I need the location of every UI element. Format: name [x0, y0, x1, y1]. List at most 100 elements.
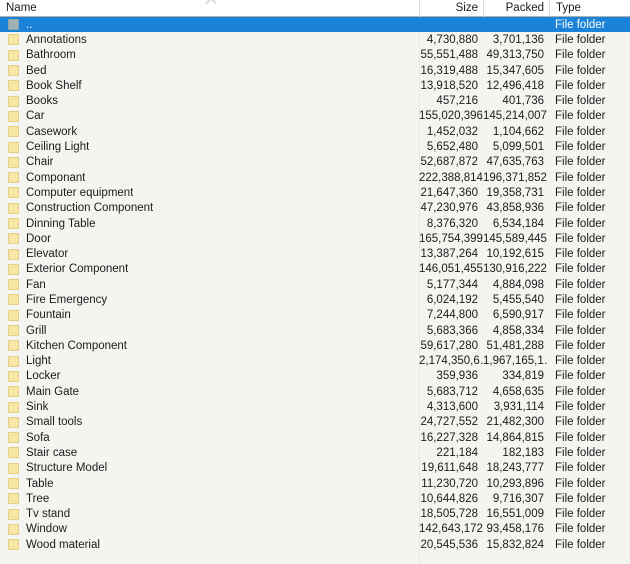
cell-packed: 10,293,896: [486, 477, 544, 490]
file-name-label: Dinning Table: [26, 217, 96, 230]
cell-size: 21,647,360: [420, 186, 478, 199]
cell-name: Locker: [0, 370, 419, 382]
table-row[interactable]: Light 2,174,350,6…1,967,165,1… File folder: [0, 354, 630, 369]
table-row[interactable]: Table 11,230,720 10,293,896 File folder: [0, 476, 630, 491]
cell-name: Sink: [0, 401, 419, 413]
table-row[interactable]: Elevator 13,387,264 10,192,615 File folder: [0, 246, 630, 261]
table-row[interactable]: Grill 5,683,366 4,858,334 File folder: [0, 323, 630, 338]
cell-name: Annotations: [0, 34, 419, 46]
table-row[interactable]: Fire Emergency 6,024,192 5,455,540 File fol…: [0, 292, 630, 307]
file-list-body[interactable]: .. File folder Annotations 4,730,880 3,701,1…: [0, 17, 630, 564]
folder-icon: [8, 523, 19, 535]
table-row[interactable]: Annotations 4,730,880 3,701,136 File folder: [0, 32, 630, 47]
table-row[interactable]: Exterior Component 146,051,455 130,916,222…: [0, 262, 630, 277]
cell-size: 146,051,455: [419, 263, 483, 276]
file-name-label: Bed: [26, 64, 47, 77]
folder-icon: [8, 263, 19, 275]
cell-name: Chair: [0, 156, 419, 168]
table-row[interactable]: Sink 4,313,600 3,931,114 File folder: [0, 399, 630, 414]
column-header-size[interactable]: Size: [419, 0, 483, 17]
cell-type: File folder: [555, 324, 606, 337]
file-name-label: Computer equipment: [26, 186, 134, 199]
cell-type: File folder: [555, 263, 606, 276]
file-name-label: Wood material: [26, 538, 100, 551]
column-header-size-label: Size: [455, 1, 478, 14]
cell-size: 13,387,264: [420, 248, 478, 261]
table-row[interactable]: Bed 16,319,488 15,347,605 File folder: [0, 63, 630, 78]
folder-icon: [8, 401, 19, 413]
table-row[interactable]: Computer equipment 21,647,360 19,358,731 Fi…: [0, 185, 630, 200]
table-row[interactable]: Bathroom 55,551,488 49,313,750 File folder: [0, 48, 630, 63]
cell-name: Window: [0, 523, 419, 535]
table-row[interactable]: Books 457,216 401,736 File folder: [0, 93, 630, 108]
cell-packed: 401,736: [502, 95, 544, 108]
cell-type: File folder: [555, 339, 606, 352]
cell-name: Tv stand: [0, 508, 419, 520]
cell-type: File folder: [555, 141, 606, 154]
cell-packed: 19,358,731: [486, 186, 544, 199]
cell-type: File folder: [555, 232, 606, 245]
folder-icon: [8, 19, 19, 31]
cell-size: 4,730,880: [426, 33, 478, 46]
cell-name: Fan: [0, 279, 419, 291]
file-name-label: Chair: [26, 156, 54, 169]
table-row[interactable]: Chair 52,687,872 47,635,763 File folder: [0, 155, 630, 170]
cell-name: Car: [0, 110, 419, 122]
cell-size: 4,313,600: [426, 401, 478, 414]
table-row[interactable]: Dinning Table 8,376,320 6,534,184 File fold…: [0, 216, 630, 231]
cell-packed: 47,635,763: [486, 156, 544, 169]
folder-icon: [8, 370, 19, 382]
cell-packed: 182,183: [502, 446, 544, 459]
table-row[interactable]: .. File folder: [0, 17, 630, 33]
table-row[interactable]: Locker 359,936 334,819 File folder: [0, 369, 630, 384]
cell-name: Componant: [0, 172, 419, 184]
table-row[interactable]: Componant 222,388,814 196,371,852 File fold…: [0, 170, 630, 185]
table-row[interactable]: Door 165,754,399 145,589,445 File folder: [0, 231, 630, 246]
folder-icon: [8, 80, 19, 92]
table-row[interactable]: Car 155,020,396 145,214,007 File folder: [0, 109, 630, 124]
table-row[interactable]: Fan 5,177,344 4,884,098 File folder: [0, 277, 630, 292]
cell-size: 5,683,366: [426, 324, 478, 337]
table-row[interactable]: Ceiling Light 5,652,480 5,099,501 File fold…: [0, 139, 630, 154]
cell-packed: 43,858,936: [486, 202, 544, 215]
table-row[interactable]: Stair case 221,184 182,183 File folder: [0, 445, 630, 460]
table-row[interactable]: Window 142,643,172 93,458,176 File folder: [0, 522, 630, 537]
cell-size: 2,174,350,6…: [419, 355, 483, 368]
cell-size: 7,244,800: [426, 309, 478, 322]
table-row[interactable]: Tree 10,644,826 9,716,307 File folder: [0, 491, 630, 506]
cell-type: File folder: [555, 508, 606, 521]
cell-packed: 334,819: [502, 370, 544, 383]
table-row[interactable]: Casework 1,452,032 1,104,662 File folder: [0, 124, 630, 139]
cell-size: 20,545,536: [420, 538, 478, 551]
cell-name: Casework: [0, 126, 419, 138]
table-row[interactable]: Small tools 24,727,552 21,482,300 File fold…: [0, 415, 630, 430]
cell-size: 221,184: [436, 446, 478, 459]
cell-size: 59,617,280: [420, 339, 478, 352]
cell-name: Sofa: [0, 432, 419, 444]
table-row[interactable]: Kitchen Component 59,617,280 51,481,288 Fil…: [0, 338, 630, 353]
table-row[interactable]: Structure Model 19,611,648 18,243,777 File …: [0, 461, 630, 476]
column-header-name[interactable]: Name: [0, 0, 419, 17]
table-row[interactable]: Main Gate 5,683,712 4,658,635 File folder: [0, 384, 630, 399]
table-row[interactable]: Fountain 7,244,800 6,590,917 File folder: [0, 308, 630, 323]
cell-name: Main Gate: [0, 386, 419, 398]
cell-name: Book Shelf: [0, 80, 419, 92]
folder-icon: [8, 49, 19, 61]
table-row[interactable]: Tv stand 18,505,728 16,551,009 File folder: [0, 507, 630, 522]
table-row[interactable]: Construction Component 47,230,976 43,858,9…: [0, 201, 630, 216]
cell-name: Computer equipment: [0, 187, 419, 199]
cell-packed: 14,864,815: [486, 431, 544, 444]
cell-packed: 3,701,136: [492, 33, 544, 46]
column-header-packed[interactable]: Packed: [483, 0, 549, 17]
file-name-label: Elevator: [26, 248, 69, 261]
cell-name: Tree: [0, 493, 419, 505]
cell-type: File folder: [555, 431, 606, 444]
table-row[interactable]: Book Shelf 13,918,520 12,496,418 File folde…: [0, 78, 630, 93]
cell-type: File folder: [555, 156, 606, 169]
column-header-type[interactable]: Type: [549, 0, 630, 17]
table-row[interactable]: Wood material 20,545,536 15,832,824 File fo…: [0, 537, 630, 552]
cell-type: File folder: [555, 538, 606, 551]
cell-type: File folder: [555, 278, 606, 291]
cell-packed: 5,455,540: [492, 293, 544, 306]
table-row[interactable]: Sofa 16,227,328 14,864,815 File folder: [0, 430, 630, 445]
